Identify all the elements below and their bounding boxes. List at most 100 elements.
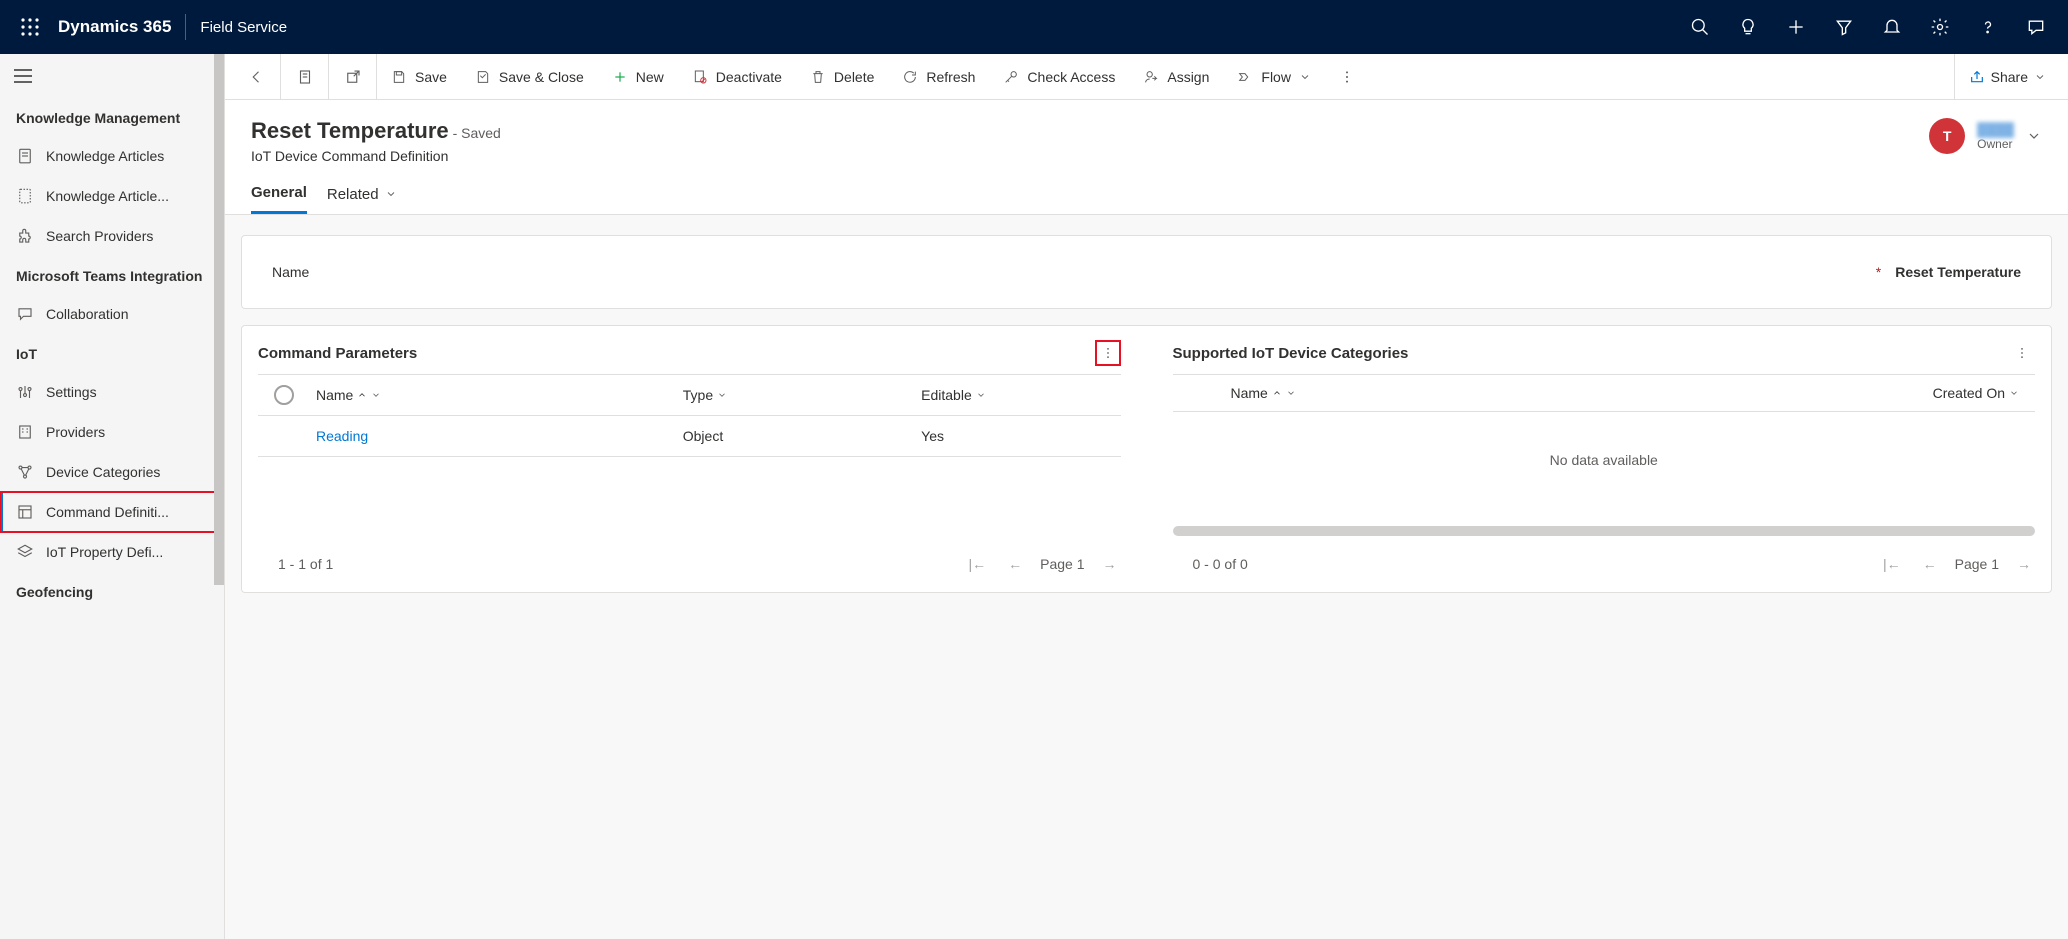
first-page-icon[interactable]: |← xyxy=(964,552,990,576)
sidebar: Knowledge Management Knowledge Articles … xyxy=(0,54,225,939)
save-label: Save xyxy=(415,69,447,85)
search-icon[interactable] xyxy=(1678,7,1722,47)
sidebar-item-label: Knowledge Articles xyxy=(46,148,164,164)
help-icon[interactable] xyxy=(1966,7,2010,47)
assign-icon xyxy=(1143,69,1159,85)
col-header-name[interactable]: Name xyxy=(1231,385,1757,401)
col-header-name[interactable]: Name xyxy=(316,387,683,403)
assign-label: Assign xyxy=(1167,69,1209,85)
sidebar-item-knowledge-articles[interactable]: Knowledge Articles xyxy=(0,136,224,176)
share-button[interactable]: Share xyxy=(1954,54,2060,100)
select-all-checkbox[interactable] xyxy=(274,385,294,405)
save-close-label: Save & Close xyxy=(499,69,584,85)
owner-avatar[interactable]: T xyxy=(1929,118,1965,154)
name-field-label: Name xyxy=(272,264,452,280)
check-access-button[interactable]: Check Access xyxy=(989,54,1129,100)
owner-name[interactable]: ████ xyxy=(1977,122,2014,137)
no-data-label: No data available xyxy=(1157,412,2052,508)
page-title: Reset Temperature xyxy=(251,118,449,143)
row-type: Object xyxy=(683,428,723,444)
delete-button[interactable]: Delete xyxy=(796,54,888,100)
save-close-button[interactable]: Save & Close xyxy=(461,54,598,100)
sidebar-item-iot-settings[interactable]: Settings xyxy=(0,372,224,412)
open-new-window-button[interactable] xyxy=(329,54,377,100)
saved-status: - Saved xyxy=(453,125,501,141)
chevron-down-icon xyxy=(1299,71,1311,83)
subgrid-title: Command Parameters xyxy=(258,345,417,362)
col-header-type[interactable]: Type xyxy=(683,387,921,403)
sidebar-item-command-definitions[interactable]: Command Definiti... xyxy=(0,492,224,532)
plus-icon[interactable] xyxy=(1774,7,1818,47)
name-field-value[interactable]: Reset Temperature xyxy=(1895,264,2021,280)
sidebar-scrollbar[interactable] xyxy=(214,54,224,585)
check-access-label: Check Access xyxy=(1027,69,1115,85)
grid-row[interactable]: Reading Object Yes xyxy=(258,416,1121,457)
sidebar-item-label: Search Providers xyxy=(46,228,153,244)
sidebar-item-label: Providers xyxy=(46,424,105,440)
sidebar-item-iot-property-definitions[interactable]: IoT Property Defi... xyxy=(0,532,224,572)
form-selector-button[interactable] xyxy=(281,54,329,100)
sidebar-item-label: Command Definiti... xyxy=(46,504,169,520)
row-name-link[interactable]: Reading xyxy=(316,428,368,444)
first-page-icon[interactable]: |← xyxy=(1879,552,1905,576)
chat-icon[interactable] xyxy=(2014,7,2058,47)
app-launcher-icon[interactable] xyxy=(10,7,50,47)
command-bar: Save Save & Close New Deactivate Delete … xyxy=(225,54,2068,100)
filter-icon[interactable] xyxy=(1822,7,1866,47)
horizontal-scrollbar[interactable] xyxy=(1173,526,2036,536)
subgrid-more-button[interactable] xyxy=(2009,340,2035,366)
new-label: New xyxy=(636,69,664,85)
tab-general[interactable]: General xyxy=(251,184,307,214)
chevron-down-icon xyxy=(2034,71,2046,83)
sidebar-section-knowledge: Knowledge Management xyxy=(0,98,224,136)
deactivate-button[interactable]: Deactivate xyxy=(678,54,796,100)
app-name-label[interactable]: Field Service xyxy=(200,19,287,36)
gear-icon[interactable] xyxy=(1918,7,1962,47)
device-categories-subgrid: Supported IoT Device Categories Name xyxy=(1157,326,2052,592)
subgrid-more-button[interactable] xyxy=(1095,340,1121,366)
sidebar-item-device-categories[interactable]: Device Categories xyxy=(0,452,224,492)
prev-page-icon[interactable]: ← xyxy=(1919,552,1941,576)
sidebar-item-knowledge-article-templates[interactable]: Knowledge Article... xyxy=(0,176,224,216)
sidebar-item-label: Knowledge Article... xyxy=(46,188,169,204)
save-icon xyxy=(391,69,407,85)
refresh-button[interactable]: Refresh xyxy=(888,54,989,100)
new-button[interactable]: New xyxy=(598,54,678,100)
sliders-icon xyxy=(16,383,34,401)
puzzle-icon xyxy=(16,227,34,245)
sidebar-item-search-providers[interactable]: Search Providers xyxy=(0,216,224,256)
brand-label[interactable]: Dynamics 365 xyxy=(58,17,171,37)
back-button[interactable] xyxy=(233,54,281,100)
chat-icon xyxy=(16,305,34,323)
lightbulb-icon[interactable] xyxy=(1726,7,1770,47)
required-indicator: * xyxy=(1876,264,1881,280)
chevron-down-icon xyxy=(976,390,986,400)
next-page-icon[interactable]: → xyxy=(2013,552,2035,576)
more-commands-button[interactable] xyxy=(1325,54,1369,100)
tab-label: Related xyxy=(327,186,379,203)
page-label: Page 1 xyxy=(1955,556,1999,572)
global-nav-bar: Dynamics 365 Field Service xyxy=(0,0,2068,54)
form-icon xyxy=(16,503,34,521)
sidebar-item-iot-providers[interactable]: Providers xyxy=(0,412,224,452)
next-page-icon[interactable]: → xyxy=(1099,552,1121,576)
flow-button[interactable]: Flow xyxy=(1223,54,1325,100)
record-count: 1 - 1 of 1 xyxy=(278,556,333,572)
bell-icon[interactable] xyxy=(1870,7,1914,47)
hamburger-icon[interactable] xyxy=(0,54,224,98)
record-count: 0 - 0 of 0 xyxy=(1193,556,1248,572)
col-header-created[interactable]: Created On xyxy=(1756,385,2019,401)
tab-related[interactable]: Related xyxy=(327,184,397,214)
layers-icon xyxy=(16,543,34,561)
chevron-down-icon[interactable] xyxy=(2026,128,2042,144)
assign-button[interactable]: Assign xyxy=(1129,54,1223,100)
save-button[interactable]: Save xyxy=(377,54,461,100)
chevron-down-icon xyxy=(717,390,727,400)
col-header-editable[interactable]: Editable xyxy=(921,387,1104,403)
prev-page-icon[interactable]: ← xyxy=(1004,552,1026,576)
delete-label: Delete xyxy=(834,69,874,85)
sidebar-item-collaboration[interactable]: Collaboration xyxy=(0,294,224,334)
row-editable: Yes xyxy=(921,428,944,444)
sidebar-item-label: Settings xyxy=(46,384,97,400)
flow-label: Flow xyxy=(1261,69,1291,85)
